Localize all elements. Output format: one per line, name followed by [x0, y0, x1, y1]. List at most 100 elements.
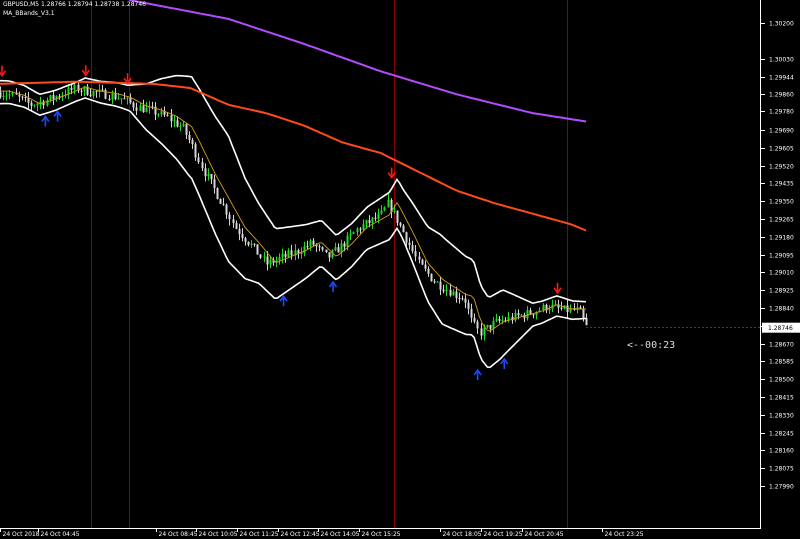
candle-body: [362, 224, 365, 230]
price-tick-label: 1.29944: [769, 75, 794, 82]
candle-body: [337, 247, 340, 253]
candle-body: [408, 242, 411, 246]
price-tick-label: 1.29520: [769, 164, 794, 171]
price-tick-label: 1.27990: [769, 484, 794, 491]
candle-body: [269, 259, 272, 265]
candle-body: [325, 249, 328, 253]
candle-body: [560, 307, 563, 309]
candle-body: [284, 253, 287, 257]
candle-body: [2, 95, 5, 97]
candle-body: [334, 247, 337, 251]
candle-body: [476, 321, 479, 329]
price-tick-label: 1.28245: [769, 431, 794, 438]
candle-body: [0, 92, 2, 97]
symbol-header: GBPUSD,M5 1.28766 1.28794 1.28738 1.2874…: [3, 1, 146, 8]
candle-body: [365, 220, 368, 225]
price-tick-label: 1.29010: [769, 270, 794, 277]
candle-body: [80, 90, 83, 92]
candle-body: [142, 105, 145, 113]
candle-body: [430, 273, 433, 282]
candle-body: [421, 259, 424, 265]
candle-body: [194, 144, 197, 158]
candle-body: [321, 247, 324, 250]
candle-body: [303, 246, 306, 253]
price-tick-label: 1.29605: [769, 146, 794, 153]
time-tick-label: 24 Oct 19:25: [484, 531, 523, 538]
price-tick-label: 1.29095: [769, 253, 794, 260]
time-tick-label: 24 Oct 12:45: [281, 531, 320, 538]
candle-body: [30, 102, 33, 106]
candle-body: [235, 223, 238, 229]
candle-body: [483, 327, 486, 336]
candle-body: [414, 251, 417, 257]
candle-body: [473, 317, 476, 322]
time-tick-label: 24 Oct 08:45: [159, 531, 198, 538]
candle-body: [374, 217, 377, 219]
candle-body: [139, 105, 142, 111]
candle-body: [380, 210, 383, 214]
candle-body: [498, 318, 501, 321]
price-tick-label: 1.29780: [769, 109, 794, 116]
candle-body: [399, 222, 402, 226]
candle-body: [467, 302, 470, 309]
candle-body: [371, 217, 374, 224]
candle-body: [278, 257, 281, 261]
candle-body: [368, 220, 371, 224]
candle-body: [24, 97, 27, 99]
candle-body: [424, 264, 427, 269]
candle-body: [114, 93, 117, 100]
candle-body: [458, 297, 461, 299]
candle-body: [455, 291, 458, 298]
candle-body: [89, 94, 92, 96]
price-tick-label: 1.28925: [769, 288, 794, 295]
candle-body: [92, 91, 95, 96]
time-tick-label: 24 Oct 2018: [3, 531, 40, 538]
candle-body: [52, 95, 55, 100]
candle-body: [566, 305, 569, 312]
candle-body: [36, 103, 39, 106]
candle-body: [132, 102, 135, 108]
price-tick-label: 1.29435: [769, 181, 794, 188]
price-tick-label: 1.30030: [769, 57, 794, 64]
candle-body: [101, 89, 104, 91]
time-tick-label: 24 Oct 23:25: [605, 531, 644, 538]
candle-body: [445, 289, 448, 292]
candle-body: [21, 96, 24, 98]
candle-body: [73, 84, 76, 90]
candle-body: [219, 198, 222, 204]
candle-body: [204, 168, 207, 177]
candle-body: [108, 98, 111, 100]
price-tick-label: 1.28585: [769, 359, 794, 366]
candle-body: [489, 324, 492, 329]
candle-body: [486, 324, 489, 328]
candle-body: [548, 308, 551, 311]
candle-body: [129, 97, 132, 103]
time-tick-label: 24 Oct 10:05: [199, 531, 238, 538]
price-chart[interactable]: 1.30200 1.30030 1.29944 1.29860 1.29780 1.296…: [0, 0, 800, 539]
candle-body: [188, 134, 191, 141]
candle-body: [176, 120, 179, 127]
candle-body: [247, 241, 250, 245]
candle-body: [5, 95, 8, 97]
candle-body: [582, 308, 585, 318]
price-tick-label: 1.28840: [769, 306, 794, 313]
price-tick-label: 1.28075: [769, 466, 794, 473]
candle-body: [8, 94, 11, 96]
candle-body: [480, 328, 483, 336]
candle-body: [225, 204, 228, 215]
candle-body: [104, 89, 107, 99]
candle-body: [514, 313, 517, 321]
candle-body: [18, 94, 21, 97]
candle-body: [281, 253, 284, 258]
candle-body: [356, 228, 359, 233]
candle-body: [244, 238, 247, 242]
candle-body: [501, 320, 504, 322]
candle-body: [306, 246, 309, 248]
candle-body: [201, 162, 204, 169]
time-tick-label: 24 Oct 18:05: [443, 531, 482, 538]
candle-body: [182, 124, 185, 126]
candle-body: [185, 124, 188, 135]
candle-body: [222, 203, 225, 205]
candle-body: [263, 256, 266, 258]
candle-body: [207, 174, 210, 177]
